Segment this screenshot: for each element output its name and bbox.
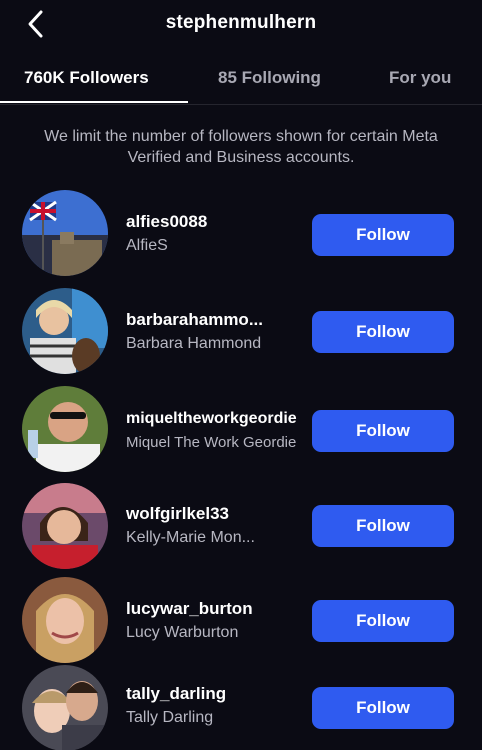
follow-button[interactable]: Follow	[312, 214, 454, 256]
follow-button[interactable]: Follow	[312, 600, 454, 642]
full-name: Tally Darling	[126, 709, 214, 726]
avatar[interactable]	[22, 577, 108, 663]
list-item: lucywar_burton Lucy Warburton Follow	[0, 576, 482, 666]
full-name: Kelly-Marie Mon...	[126, 529, 255, 546]
active-tab-indicator	[0, 101, 188, 103]
follow-button[interactable]: Follow	[312, 687, 454, 729]
avatar[interactable]	[22, 483, 108, 569]
full-name: AlfieS	[126, 237, 168, 254]
full-name: Barbara Hammond	[126, 335, 262, 352]
tab-bar: 760K Followers 85 Following For you	[0, 58, 482, 105]
name-block: alfies0088 AlfieS	[126, 211, 306, 257]
avatar[interactable]	[22, 288, 108, 374]
list-item: alfies0088 AlfieS Follow	[0, 188, 482, 278]
follow-button[interactable]: Follow	[312, 311, 454, 353]
name-block: lucywar_burton Lucy Warburton	[126, 598, 306, 644]
limit-notice: We limit the number of followers shown f…	[44, 128, 438, 166]
full-name: Miquel The Work Geordie	[126, 434, 297, 451]
tab-following[interactable]: 85 Following	[218, 68, 321, 88]
tab-followers[interactable]: 760K Followers	[24, 68, 149, 88]
username[interactable]: miqueltheworkgeordie	[126, 408, 306, 430]
full-name: Lucy Warburton	[126, 624, 239, 641]
list-item: miqueltheworkgeordie Miquel The Work Geo…	[0, 385, 482, 475]
list-item: wolfgirlkel33 Kelly-Marie Mon... Follow	[0, 481, 482, 571]
follow-button[interactable]: Follow	[312, 505, 454, 547]
followers-screen: stephenmulhern 760K Followers 85 Followi…	[0, 0, 482, 750]
page-title: stephenmulhern	[165, 12, 317, 33]
follow-button[interactable]: Follow	[312, 410, 454, 452]
username[interactable]: wolfgirlkel33	[126, 503, 306, 525]
username[interactable]: barbarahammo...	[126, 309, 306, 331]
header: stephenmulhern	[0, 0, 482, 50]
list-item: barbarahammo... Barbara Hammond Follow	[0, 286, 482, 376]
name-block: wolfgirlkel33 Kelly-Marie Mon...	[126, 503, 306, 549]
avatar[interactable]	[22, 665, 108, 750]
avatar[interactable]	[22, 386, 108, 472]
tab-for-you[interactable]: For you	[389, 68, 451, 88]
username[interactable]: lucywar_burton	[126, 598, 306, 620]
username[interactable]: alfies0088	[126, 211, 306, 233]
avatar[interactable]	[22, 190, 108, 276]
name-block: barbarahammo... Barbara Hammond	[126, 309, 306, 355]
username[interactable]: tally_darling	[126, 683, 306, 705]
list-item: tally_darling Tally Darling Follow	[0, 662, 482, 750]
name-block: miqueltheworkgeordie Miquel The Work Geo…	[126, 408, 306, 454]
name-block: tally_darling Tally Darling	[126, 683, 306, 729]
